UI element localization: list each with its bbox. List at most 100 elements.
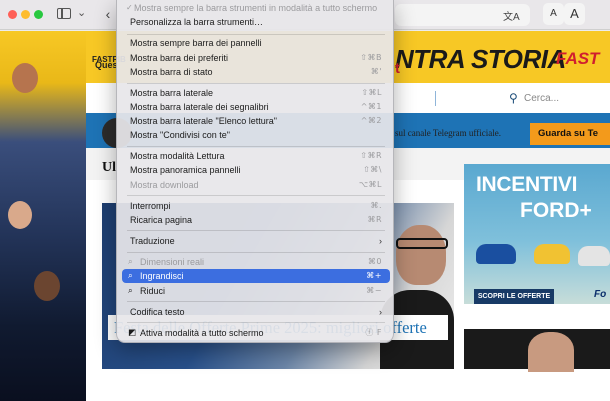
menu-shortcut: ⌘0 <box>367 257 382 266</box>
person-image <box>12 63 38 93</box>
chevron-right-icon: › <box>379 236 382 246</box>
menu-shortcut: ⌥⌘L <box>358 180 382 189</box>
menu-item-label: Interrompi <box>130 201 171 211</box>
menu-item-label: Attiva modalità a tutto schermo <box>140 328 264 338</box>
search-placeholder: Cerca... <box>524 93 560 104</box>
menu-separator <box>127 322 385 323</box>
menu-item-show-bookmarks-sidebar[interactable]: Mostra barra laterale dei segnalibri ^⌘1 <box>122 100 390 114</box>
menu-item-label: Mostra sempre la barra strumenti in moda… <box>134 3 378 13</box>
menu-separator <box>127 83 385 84</box>
sidebar-toggle-icon[interactable] <box>57 8 71 19</box>
menu-item-stop[interactable]: Interrompi ⌘. <box>122 199 390 213</box>
text-bigger-button[interactable]: A <box>564 3 585 25</box>
menu-item-label: Mostra barra laterale "Elenco lettura" <box>130 116 277 126</box>
menu-item-label: Ingrandisci <box>140 271 184 281</box>
nav-item-telefonia[interactable]: fonia <box>395 93 420 108</box>
menu-shortcut: ⓕ F <box>365 328 382 337</box>
menu-item-show-shared-with-you[interactable]: Mostra "Condivisi con te" <box>122 128 390 142</box>
menu-item-show-downloads[interactable]: Mostra download ⌥⌘L <box>122 178 390 192</box>
menu-shortcut: ⌘+ <box>366 271 382 280</box>
menu-item-translation[interactable]: Traduzione › <box>122 234 390 248</box>
menu-item-always-show-toolbar-fullscreen[interactable]: ✓ Mostra sempre la barra strumenti in mo… <box>122 1 390 15</box>
person-image <box>396 225 446 285</box>
menu-separator <box>127 146 385 147</box>
translate-icon[interactable]: 文A <box>503 8 520 23</box>
menu-item-label: Mostra panoramica pannelli <box>130 165 241 175</box>
fullscreen-window-button[interactable] <box>34 10 43 19</box>
menu-item-label: Mostra barra di stato <box>130 67 213 77</box>
menu-item-show-status-bar[interactable]: Mostra barra di stato ⌘' <box>122 65 390 79</box>
info-bar-text: Ques <box>95 60 118 70</box>
menu-shortcut: ⇧⌘\ <box>363 165 382 174</box>
close-window-button[interactable] <box>8 10 17 19</box>
car-image <box>534 244 570 264</box>
menu-item-actual-size[interactable]: ⌕ Dimensioni reali ⌘0 <box>122 255 390 269</box>
menu-separator <box>127 195 385 196</box>
menu-item-reload-page[interactable]: Ricarica pagina ⌘R <box>122 213 390 227</box>
menu-item-customize-toolbar[interactable]: Personalizza la barra strumenti… <box>122 15 390 29</box>
menu-separator <box>127 230 385 231</box>
back-button[interactable]: ‹ <box>98 5 118 25</box>
menu-item-label: Mostra download <box>130 180 199 190</box>
zoom-out-icon: ⌕ <box>128 286 133 296</box>
chevron-right-icon: › <box>379 307 382 317</box>
menu-separator <box>127 301 385 302</box>
menu-item-text-encoding[interactable]: Codifica testo › <box>122 305 390 319</box>
menu-separator <box>127 252 385 253</box>
banner-image <box>0 31 86 401</box>
menu-item-show-favorites-bar[interactable]: Mostra barra dei preferiti ⇧⌘B <box>122 51 390 65</box>
zoom-in-icon: ⌕ <box>128 271 133 281</box>
view-menu: ✓ Mostra sempre la barra strumenti in mo… <box>116 0 394 343</box>
ad-logo: Fo <box>594 289 607 300</box>
ad-title: INCENTIVI <box>476 173 578 196</box>
menu-shortcut: ⇧⌘R <box>360 151 382 160</box>
menu-item-label: Mostra "Condivisi con te" <box>130 130 230 140</box>
search-icon: ⚲ <box>509 91 518 105</box>
person-image <box>34 271 60 301</box>
menu-item-show-reader[interactable]: Mostra modalità Lettura ⇧⌘R <box>122 149 390 163</box>
menu-item-always-show-tab-bar[interactable]: Mostra sempre barra dei pannelli <box>122 36 390 50</box>
ad-cta-button[interactable]: SCOPRI LE OFFERTE <box>474 289 554 304</box>
menu-shortcut: ^⌘1 <box>360 102 382 111</box>
nav-item-internet[interactable]: Internet <box>435 91 479 106</box>
menu-shortcut: ⌘R <box>367 215 382 224</box>
banner-headline: NTRA STORIA <box>395 44 566 74</box>
chevron-down-icon[interactable]: ⌄ <box>77 6 86 19</box>
menu-item-label: Codifica testo <box>130 307 185 317</box>
menu-item-label: Mostra sempre barra dei pannelli <box>130 38 262 48</box>
menu-shortcut: ^⌘2 <box>360 116 382 125</box>
section-heading: Ul <box>102 160 116 175</box>
person-image <box>528 332 574 372</box>
minimize-window-button[interactable] <box>21 10 30 19</box>
glasses-icon <box>396 238 448 249</box>
ad-subtitle: FORD+ <box>520 199 592 222</box>
menu-item-label: Mostra barra dei preferiti <box>130 53 229 63</box>
telegram-button[interactable]: Guarda su Te <box>530 123 610 145</box>
person-image <box>8 201 32 229</box>
magnifier-icon: ⌕ <box>128 257 133 267</box>
car-image <box>578 246 610 266</box>
menu-item-label: Mostra modalità Lettura <box>130 151 225 161</box>
checkmark-icon: ✓ <box>126 3 133 12</box>
menu-shortcut: ⌘. <box>370 201 382 210</box>
menu-shortcut: ⇧⌘L <box>361 88 382 97</box>
fullscreen-icon: ◩ <box>128 328 137 338</box>
menu-item-zoom-in[interactable]: ⌕ Ingrandisci ⌘+ <box>122 269 390 283</box>
menu-item-label: Mostra barra laterale dei segnalibri <box>130 102 269 112</box>
menu-item-label: Riduci <box>140 286 166 296</box>
menu-item-label: Dimensioni reali <box>140 257 205 267</box>
menu-item-label: Ricarica pagina <box>130 215 193 225</box>
menu-item-zoom-out[interactable]: ⌕ Riduci ⌘− <box>122 284 390 298</box>
menu-item-label: Traduzione <box>130 236 175 246</box>
site-logo[interactable]: S <box>100 85 112 111</box>
menu-shortcut: ⌘− <box>366 286 382 295</box>
menu-item-show-sidebar[interactable]: Mostra barra laterale ⇧⌘L <box>122 86 390 100</box>
menu-shortcut: ⇧⌘B <box>360 53 382 62</box>
info-bar-accent: t <box>395 60 400 77</box>
menu-shortcut: ⌘' <box>370 67 382 76</box>
menu-item-show-reading-list-sidebar[interactable]: Mostra barra laterale "Elenco lettura" ^… <box>122 114 390 128</box>
car-image <box>476 244 516 264</box>
menu-item-enter-fullscreen[interactable]: ◩ Attiva modalità a tutto schermo ⓕ F <box>122 326 390 340</box>
text-smaller-button[interactable]: A <box>543 3 564 25</box>
menu-item-show-tab-overview[interactable]: Mostra panoramica pannelli ⇧⌘\ <box>122 163 390 177</box>
